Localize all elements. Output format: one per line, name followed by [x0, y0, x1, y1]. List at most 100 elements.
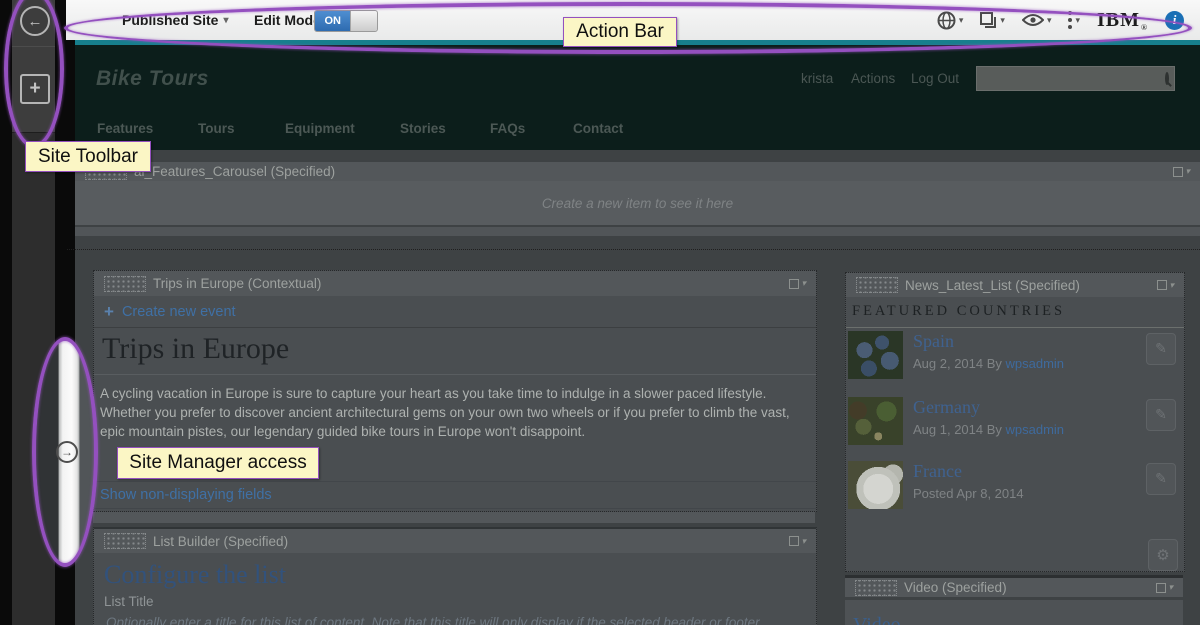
add-page-icon[interactable]: + [20, 74, 50, 104]
eye-icon [1022, 13, 1044, 27]
drag-handle-icon[interactable] [104, 533, 146, 549]
ibm-logo: IBM ® [1097, 9, 1148, 32]
logout-link[interactable]: Log Out [911, 71, 959, 86]
portlet-menu-icon[interactable]: ▾ [1156, 582, 1173, 593]
video-portlet-title: Video (Specified) [904, 580, 1007, 595]
portlet-menu-icon[interactable]: ▾ [789, 278, 806, 289]
chevron-down-icon: ▾ [1075, 15, 1080, 26]
featured-countries-heading: FEATURED COUNTRIES [846, 297, 1184, 328]
user-link[interactable]: krista [801, 71, 833, 86]
kebab-icon [1068, 11, 1072, 29]
carousel-sub-band [75, 227, 1200, 236]
search-input[interactable] [977, 67, 1165, 90]
show-fields-link[interactable]: Show non-displaying fields [100, 487, 272, 503]
nav-contact[interactable]: Contact [573, 121, 623, 136]
news-item-date: Aug 2, 2014 By [913, 356, 1006, 371]
portlet-menu-icon[interactable]: ▾ [789, 536, 806, 547]
nav-faqs[interactable]: FAQs [490, 121, 525, 136]
list-builder-header: List Builder (Specified) ▾ [94, 529, 816, 553]
toggle-on-label: ON [315, 11, 350, 31]
portlet-menu-icon[interactable]: ▾ [1157, 280, 1174, 291]
actions-link[interactable]: Actions [851, 71, 895, 86]
published-site-dropdown[interactable]: Published Site ▾ [122, 0, 229, 40]
news-item-date: Aug 1, 2014 By [913, 422, 1006, 437]
news-portlet: News_Latest_List (Specified) ▾ FEATURED … [845, 272, 1185, 572]
news-item-germany: Germany Aug 1, 2014 By wpsadmin ✎ [848, 397, 1180, 453]
news-item-france: France Posted Apr 8, 2014 ✎ [848, 461, 1180, 517]
author-link[interactable]: wpsadmin [1006, 356, 1065, 371]
preview-menu[interactable]: ▾ [1022, 13, 1052, 27]
list-builder-portlet: List Builder (Specified) ▾ Configure the… [93, 527, 817, 625]
france-thumbnail [848, 461, 903, 509]
germany-thumbnail [848, 397, 903, 445]
nav-stories[interactable]: Stories [400, 121, 446, 136]
news-item-title[interactable]: Germany [913, 397, 980, 418]
trips-portlet-header: Trips in Europe (Contextual) ▾ [94, 271, 816, 296]
trips-portlet-title: Trips in Europe (Contextual) [153, 276, 321, 291]
nav-tours[interactable]: Tours [198, 121, 235, 136]
video-portlet-body: Video [845, 600, 1183, 625]
list-title-label: List Title [94, 592, 816, 611]
open-site-manager-icon[interactable]: → [56, 441, 78, 463]
trips-portlet: Trips in Europe (Contextual) ▾ + Create … [93, 270, 817, 512]
action-bar: Published Site ▾ Edit Mode: ON ▾ [66, 0, 1200, 40]
between-portlets-band [93, 512, 815, 523]
video-heading: Video [845, 600, 1183, 625]
list-builder-heading: Configure the list [94, 553, 816, 592]
more-menu[interactable]: ▾ [1068, 11, 1080, 29]
toggle-knob[interactable] [350, 11, 377, 31]
news-portlet-title: News_Latest_List (Specified) [905, 278, 1080, 293]
carousel-portlet-body: Create a new item to see it here [75, 181, 1200, 225]
trips-heading: Trips in Europe [94, 328, 816, 375]
carousel-empty-text: Create a new item to see it here [542, 196, 733, 211]
gear-icon[interactable]: ⚙ [1148, 539, 1178, 571]
portlet-menu-icon[interactable]: ▾ [1173, 166, 1190, 177]
create-event-link[interactable]: Create new event [122, 304, 236, 320]
news-item-spain: Spain Aug 2, 2014 By wpsadmin ✎ [848, 331, 1180, 387]
drag-handle-icon[interactable] [104, 276, 146, 292]
drag-handle-icon[interactable] [85, 164, 127, 180]
nav-features[interactable]: Features [97, 121, 153, 136]
page-body: al_Features_Carousel (Specified) ▾ Creat… [75, 150, 1200, 625]
back-icon[interactable]: ← [20, 6, 50, 36]
author-link[interactable]: wpsadmin [1006, 422, 1065, 437]
ibm-logo-text: IBM [1097, 9, 1140, 32]
registered-mark: ® [1141, 23, 1148, 32]
list-title-hint: Optionally enter a title for this list o… [94, 611, 816, 625]
chevron-down-icon: ▾ [223, 15, 228, 26]
news-item-meta: Aug 1, 2014 By wpsadmin [913, 422, 1064, 437]
action-bar-tools: ▾ ▾ ▾ [937, 0, 1184, 40]
search-icon[interactable] [1165, 72, 1169, 85]
locale-menu[interactable]: ▾ [937, 11, 964, 30]
news-item-meta: Aug 2, 2014 By wpsadmin [913, 356, 1064, 371]
pencil-icon[interactable]: ✎ [1146, 463, 1176, 495]
trips-body-text: A cycling vacation in Europe is sure to … [94, 375, 816, 445]
published-site-label: Published Site [122, 12, 218, 28]
spain-thumbnail [848, 331, 903, 379]
drag-handle-icon[interactable] [856, 277, 898, 293]
trips-spacer [94, 445, 816, 481]
edit-mode-toggle[interactable]: ON [314, 10, 378, 32]
drag-handle-icon[interactable] [855, 580, 897, 596]
screen: ← + Published Site ▾ Edit Mode: ON [0, 0, 1200, 625]
info-icon[interactable]: i [1165, 11, 1184, 30]
container-dashed-border [67, 249, 1200, 250]
carousel-portlet-header: al_Features_Carousel (Specified) ▾ [75, 162, 1200, 181]
site-title: Bike Tours [96, 67, 209, 91]
search-box [976, 66, 1175, 91]
pencil-icon[interactable]: ✎ [1146, 333, 1176, 365]
news-item-meta: Posted Apr 8, 2014 [913, 486, 1024, 501]
chevron-down-icon: ▾ [1047, 15, 1052, 26]
toolbar-divider [12, 46, 55, 47]
nav-equipment[interactable]: Equipment [285, 121, 355, 136]
plus-icon: + [104, 302, 114, 322]
news-item-date: Posted Apr 8, 2014 [913, 486, 1024, 501]
pencil-icon[interactable]: ✎ [1146, 399, 1176, 431]
news-portlet-header: News_Latest_List (Specified) ▾ [846, 273, 1184, 297]
video-portlet-header: Video (Specified) ▾ [845, 575, 1183, 597]
site-header: Bike Tours krista Actions Log Out Featur… [75, 45, 1200, 152]
news-item-title[interactable]: Spain [913, 331, 954, 352]
pages-menu[interactable]: ▾ [980, 12, 1005, 29]
news-item-title[interactable]: France [913, 461, 962, 482]
create-event-row: + Create new event [94, 296, 816, 328]
